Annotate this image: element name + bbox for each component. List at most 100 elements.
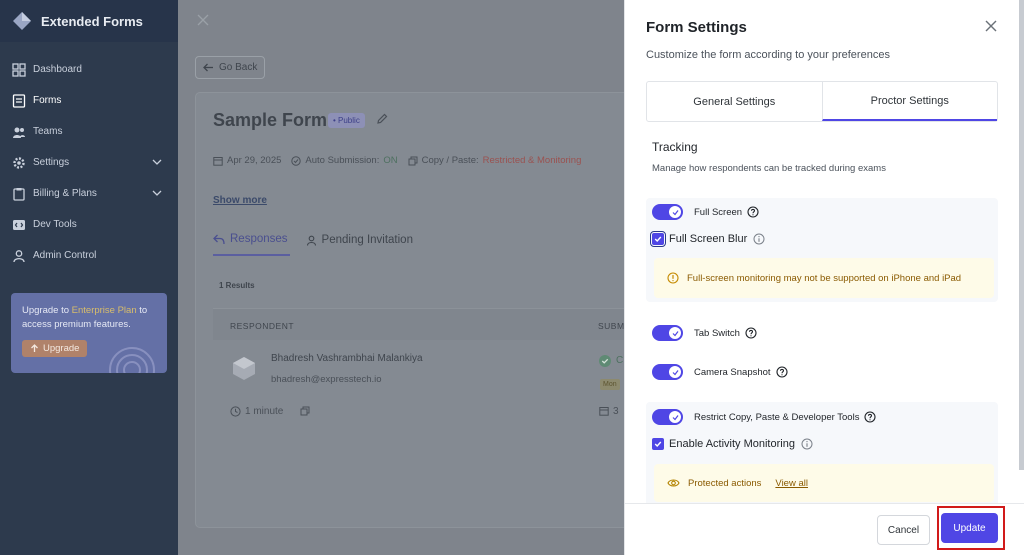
sidebar-item-teams[interactable]: Teams bbox=[0, 116, 178, 147]
eye-icon bbox=[667, 478, 680, 488]
activity-monitoring-label: Enable Activity Monitoring bbox=[669, 438, 795, 450]
form-meta: Apr 29, 2025 Auto Submission: ON Copy / P… bbox=[213, 155, 581, 166]
protected-actions-box: Protected actions View all bbox=[654, 464, 994, 502]
respondent-email: bhadresh@expresstech.io bbox=[271, 374, 382, 385]
full-screen-blur-row: Full Screen Blur bbox=[650, 231, 765, 247]
help-icon[interactable] bbox=[776, 366, 788, 378]
responses-tabs: Responses Pending Invitation bbox=[213, 233, 413, 256]
table-header: RESPONDENT SUBM bbox=[213, 308, 633, 340]
view-all-link[interactable]: View all bbox=[775, 478, 808, 489]
full-screen-blur-checkbox[interactable] bbox=[650, 231, 666, 247]
go-back-button[interactable]: Go Back bbox=[195, 56, 266, 79]
tab-switch-toggle[interactable] bbox=[652, 325, 683, 341]
panel-subtitle: Customize the form according to your pre… bbox=[646, 49, 890, 61]
main-content: Go Back Sample Form • Public Apr 29, 202… bbox=[178, 0, 635, 555]
app-name: Extended Forms bbox=[41, 13, 143, 29]
full-screen-toggle[interactable] bbox=[652, 204, 683, 220]
dashboard-icon bbox=[11, 62, 26, 77]
tab-switch-label: Tab Switch bbox=[694, 327, 740, 339]
upgrade-text: Upgrade to Enterprise Plan to access pre… bbox=[22, 305, 148, 330]
close-icon[interactable] bbox=[197, 14, 209, 26]
update-button[interactable]: Update bbox=[941, 513, 998, 543]
check-circle-icon bbox=[599, 355, 611, 367]
check-icon bbox=[672, 209, 678, 215]
check-circle-icon bbox=[291, 155, 302, 166]
copy-paste-label: Copy / Paste: bbox=[421, 155, 479, 166]
restrict-copy-section: Restrict Copy, Paste & Developer Tools E… bbox=[646, 402, 998, 503]
help-icon[interactable] bbox=[745, 327, 757, 339]
response-duration: 1 minute bbox=[230, 406, 283, 417]
arrow-up-icon bbox=[31, 344, 38, 352]
restrict-copy-toggle[interactable] bbox=[652, 409, 683, 425]
calendar-icon bbox=[599, 407, 609, 416]
full-screen-warning: Full-screen monitoring may not be suppor… bbox=[654, 258, 994, 298]
gear-icon bbox=[11, 155, 26, 170]
respondent-name[interactable]: Bhadresh Vashrambhai Malankiya bbox=[271, 353, 423, 364]
form-date: Apr 29, 2025 bbox=[227, 155, 282, 166]
info-icon[interactable] bbox=[753, 233, 765, 245]
chevron-down-icon bbox=[152, 159, 162, 165]
panel-scrollbar[interactable] bbox=[1019, 0, 1024, 470]
check-icon bbox=[672, 369, 678, 375]
restrict-copy-label: Restrict Copy, Paste & Developer Tools bbox=[694, 411, 860, 423]
copy-paste-value: Restricted & Monitoring bbox=[482, 155, 582, 166]
upgrade-card: Upgrade to Enterprise Plan to access pre… bbox=[11, 293, 167, 373]
submission-date: 3 bbox=[613, 406, 619, 417]
info-icon[interactable] bbox=[801, 438, 813, 450]
auto-submission-value: ON bbox=[383, 155, 398, 166]
sidebar-item-label: Admin Control bbox=[33, 250, 97, 261]
calendar-icon bbox=[213, 156, 223, 166]
protected-actions-label: Protected actions bbox=[688, 477, 762, 489]
sidebar-item-label: Dev Tools bbox=[33, 219, 77, 230]
clipboard-icon bbox=[11, 186, 26, 201]
camera-snapshot-label: Camera Snapshot bbox=[694, 366, 771, 378]
full-screen-row: Full Screen bbox=[652, 204, 759, 220]
reply-icon bbox=[213, 234, 225, 244]
help-icon[interactable] bbox=[747, 206, 759, 218]
chevron-down-icon bbox=[152, 190, 162, 196]
tab-proctor-settings[interactable]: Proctor Settings bbox=[821, 82, 997, 121]
user-icon bbox=[11, 248, 26, 263]
sidebar-item-billing[interactable]: Billing & Plans bbox=[0, 178, 178, 209]
sidebar-item-label: Settings bbox=[33, 157, 70, 168]
pencil-icon[interactable] bbox=[376, 113, 388, 125]
copy-icon[interactable] bbox=[300, 406, 310, 416]
sidebar-item-settings[interactable]: Settings bbox=[0, 147, 178, 178]
public-badge: • Public bbox=[328, 113, 365, 128]
copy-icon bbox=[408, 156, 418, 165]
settings-scroll-area[interactable]: Tracking Manage how respondents can be t… bbox=[625, 122, 1024, 503]
form-title: Sample Form bbox=[213, 110, 328, 130]
close-icon[interactable] bbox=[985, 20, 997, 32]
team-icon bbox=[11, 124, 26, 139]
camera-snapshot-row: Camera Snapshot bbox=[652, 364, 788, 380]
full-screen-label: Full Screen bbox=[694, 206, 743, 218]
tracking-heading: Tracking bbox=[652, 140, 698, 154]
avatar bbox=[233, 357, 255, 380]
activity-monitoring-checkbox[interactable] bbox=[652, 438, 664, 450]
check-icon bbox=[672, 330, 678, 336]
sidebar-item-label: Teams bbox=[33, 126, 63, 137]
brand[interactable]: Extended Forms bbox=[0, 0, 178, 42]
status-badge: Mon bbox=[600, 379, 620, 390]
rings-decoration bbox=[109, 347, 155, 373]
tab-pending-invitation[interactable]: Pending Invitation bbox=[306, 233, 413, 256]
sidebar-item-label: Billing & Plans bbox=[33, 188, 97, 199]
column-header: SUBM bbox=[598, 321, 625, 331]
help-icon[interactable] bbox=[864, 411, 877, 423]
panel-title: Form Settings bbox=[646, 19, 747, 36]
tab-responses[interactable]: Responses bbox=[213, 233, 290, 256]
column-header: RESPONDENT bbox=[230, 321, 295, 331]
auto-submission-label: Auto Submission: bbox=[305, 155, 380, 166]
sidebar-item-label: Dashboard bbox=[33, 64, 82, 75]
upgrade-button[interactable]: Upgrade bbox=[22, 340, 88, 357]
show-more-link[interactable]: Show more bbox=[213, 195, 267, 206]
camera-snapshot-toggle[interactable] bbox=[652, 364, 683, 380]
cancel-button[interactable]: Cancel bbox=[877, 515, 930, 545]
sidebar-item-forms[interactable]: Forms bbox=[0, 85, 178, 116]
form-settings-panel: Form Settings Customize the form accordi… bbox=[624, 0, 1024, 555]
sidebar-item-dashboard[interactable]: Dashboard bbox=[0, 54, 178, 85]
activity-monitoring-row: Enable Activity Monitoring bbox=[652, 438, 813, 450]
sidebar-item-dev-tools[interactable]: Dev Tools bbox=[0, 209, 178, 240]
sidebar-item-admin-control[interactable]: Admin Control bbox=[0, 240, 178, 271]
tab-general-settings[interactable]: General Settings bbox=[647, 82, 822, 121]
